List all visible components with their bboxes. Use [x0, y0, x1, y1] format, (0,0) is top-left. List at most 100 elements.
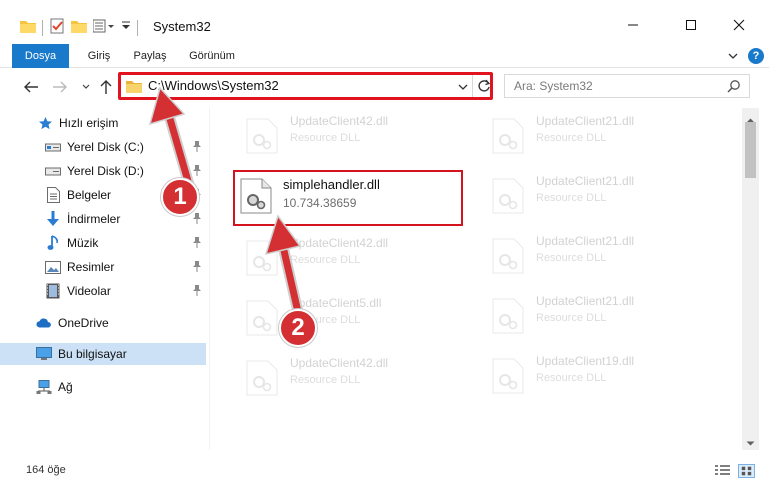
minimize-button[interactable]	[618, 14, 648, 36]
network-icon	[36, 379, 52, 395]
list-item[interactable]: UpdateClient42.dll Resource DLL	[230, 230, 460, 286]
file-description: Resource DLL	[536, 132, 607, 144]
large-icons-view-icon[interactable]	[738, 464, 755, 478]
forward-button[interactable]	[51, 78, 69, 96]
pin-icon[interactable]	[192, 284, 202, 299]
sidebar-item-label: OneDrive	[58, 316, 109, 330]
file-description: Resource DLL	[536, 192, 607, 204]
file-name: UpdateClient42.dll	[290, 356, 389, 370]
step-badge-1: 1	[161, 178, 199, 216]
file-version: 10.734.38659	[283, 196, 357, 210]
quick-access-toolbar	[20, 18, 138, 37]
scrollbar-thumb[interactable]	[745, 122, 756, 178]
list-item[interactable]: UpdateClient21.dll Resource DLL	[476, 288, 706, 344]
list-item[interactable]: UpdateClient19.dll Resource DLL	[476, 348, 706, 404]
details-view-icon[interactable]	[714, 464, 731, 478]
close-icon	[733, 19, 745, 31]
expand-ribbon-icon[interactable]	[727, 50, 739, 64]
file-name: UpdateClient21.dll	[536, 174, 635, 188]
pictures-icon	[45, 259, 61, 275]
pin-icon[interactable]	[192, 140, 202, 155]
sidebar-item-label: Hızlı erişim	[59, 116, 119, 130]
pin-icon[interactable]	[192, 260, 202, 275]
status-bar: 164 öğe	[0, 458, 769, 493]
file-simplehandler-dll[interactable]: simplehandler.dll 10.734.38659	[233, 170, 463, 226]
dll-file-icon	[246, 240, 278, 276]
list-item[interactable]: UpdateClient21.dll Resource DLL	[476, 168, 706, 224]
sidebar-item-local-disk-c[interactable]: Yerel Disk (C:)	[0, 136, 206, 158]
list-item[interactable]: UpdateClient21.dll Resource DLL	[476, 228, 706, 284]
file-name: UpdateClient42.dll	[290, 114, 389, 128]
sidebar-item-network[interactable]: Ağ	[0, 376, 206, 398]
music-icon	[45, 235, 61, 251]
sidebar-item-videos[interactable]: Videolar	[0, 280, 206, 302]
arrow-up-icon	[100, 80, 112, 94]
item-count: 164 öğe	[26, 464, 66, 476]
refresh-icon[interactable]	[477, 78, 491, 97]
tab-giris[interactable]: Giriş	[80, 44, 118, 68]
file-name: UpdateClient21.dll	[536, 114, 635, 128]
recent-locations-button[interactable]	[77, 78, 95, 96]
address-bar[interactable]: C:\Windows\System32	[118, 72, 493, 100]
customize-toolbar-icon[interactable]	[92, 19, 115, 36]
tab-gorunum[interactable]: Görünüm	[184, 44, 240, 68]
up-button[interactable]	[97, 78, 115, 96]
video-icon	[45, 283, 61, 299]
address-separator	[472, 75, 473, 97]
tab-dosya[interactable]: Dosya	[12, 44, 69, 68]
dll-file-icon	[246, 118, 278, 154]
list-item[interactable]: UpdateClient42.dll Resource DLL	[230, 350, 460, 406]
document-icon	[45, 187, 61, 203]
sidebar-item-label: Resimler	[67, 260, 115, 274]
file-description: Resource DLL	[290, 374, 361, 386]
pin-icon[interactable]	[192, 212, 202, 227]
search-input[interactable]: Ara: System32	[514, 79, 593, 93]
file-list[interactable]: UpdateClient42.dll Resource DLL simpleha…	[210, 108, 742, 450]
sidebar-item-label: Videolar	[67, 284, 111, 298]
dll-file-icon	[240, 178, 272, 214]
tab-paylas[interactable]: Paylaş	[128, 44, 172, 68]
address-path[interactable]: C:\Windows\System32	[148, 78, 279, 93]
new-folder-icon[interactable]	[71, 19, 87, 36]
list-item[interactable]: UpdateClient5.dll Resource DLL	[230, 290, 460, 346]
file-name: simplehandler.dll	[283, 177, 380, 192]
help-icon[interactable]: ?	[748, 48, 764, 64]
ribbon-tabs: Dosya Giriş Paylaş Görünüm ?	[0, 44, 769, 68]
list-item[interactable]: UpdateClient21.dll Resource DLL	[476, 108, 706, 164]
scroll-down-icon[interactable]	[746, 436, 755, 450]
sidebar-item-label: Ağ	[58, 380, 73, 394]
chevron-down-icon	[82, 84, 90, 89]
sidebar-item-pictures[interactable]: Resimler	[0, 256, 206, 278]
maximize-button[interactable]	[676, 14, 706, 36]
sidebar-item-label: Yerel Disk (D:)	[67, 164, 144, 178]
minimize-icon	[628, 24, 638, 26]
file-name: UpdateClient21.dll	[536, 294, 635, 308]
chevron-down-icon[interactable]	[121, 20, 131, 35]
dll-file-icon	[492, 298, 524, 334]
list-item[interactable]: UpdateClient42.dll Resource DLL	[230, 108, 460, 164]
dll-file-icon	[492, 238, 524, 274]
file-description: Resource DLL	[536, 372, 607, 384]
pin-icon[interactable]	[192, 236, 202, 251]
search-box[interactable]: Ara: System32	[504, 74, 750, 98]
sidebar-item-onedrive[interactable]: OneDrive	[0, 312, 206, 334]
chevron-down-icon[interactable]	[457, 81, 469, 95]
file-description: Resource DLL	[536, 312, 607, 324]
sidebar-item-this-pc[interactable]: Bu bilgisayar	[0, 343, 206, 365]
dll-file-icon	[492, 118, 524, 154]
vertical-scrollbar[interactable]	[742, 108, 759, 450]
pin-icon[interactable]	[192, 164, 202, 179]
back-button[interactable]	[22, 78, 40, 96]
maximize-icon	[686, 20, 696, 30]
file-description: Resource DLL	[536, 252, 607, 264]
file-name: UpdateClient19.dll	[536, 354, 635, 368]
sidebar-item-quick-access[interactable]: Hızlı erişim	[0, 112, 206, 134]
close-button[interactable]	[724, 14, 754, 36]
sidebar-item-label: Müzik	[67, 236, 99, 250]
dll-file-icon	[492, 178, 524, 214]
sidebar-item-music[interactable]: Müzik	[0, 232, 206, 254]
title-bar: System32	[0, 0, 769, 40]
toolbar-separator	[42, 19, 43, 36]
properties-icon[interactable]	[49, 18, 65, 37]
search-icon[interactable]	[727, 79, 741, 96]
